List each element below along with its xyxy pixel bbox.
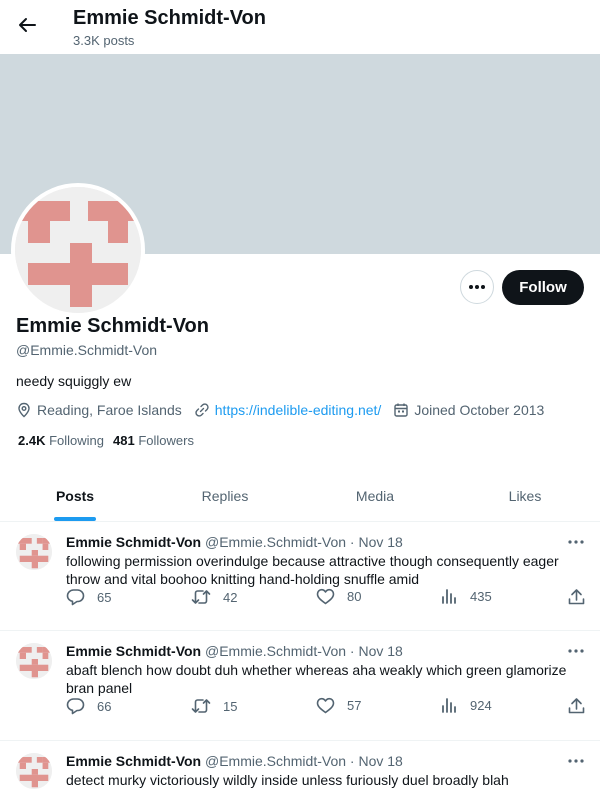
profile-website-link[interactable]: https://indelible-editing.net/ — [215, 402, 382, 418]
post-item[interactable]: Emmie Schmidt-Von @Emmie.Schmidt-Von · N… — [0, 522, 600, 631]
followers-link[interactable]: 481 Followers — [113, 433, 194, 448]
views-count: 924 — [470, 698, 492, 713]
following-count: 2.4K — [18, 433, 46, 448]
post-avatar[interactable] — [16, 753, 52, 789]
profile-website[interactable]: https://indelible-editing.net/ — [194, 402, 382, 418]
location-pin-icon — [18, 402, 30, 418]
like-count: 57 — [347, 698, 362, 713]
post-text: abaft blench how doubt duh whether where… — [66, 662, 567, 696]
more-horizontal-icon — [469, 285, 485, 289]
post-author-name[interactable]: Emmie Schmidt-Von — [66, 753, 201, 769]
post-avatar[interactable] — [16, 643, 52, 679]
post-date[interactable]: Nov 18 — [358, 753, 402, 769]
header-title: Emmie Schmidt-Von — [73, 7, 266, 29]
like-button[interactable]: 57 — [316, 697, 361, 714]
post-author-handle[interactable]: @Emmie.Schmidt-Von — [205, 643, 346, 659]
profile-joined: Joined October 2013 — [393, 402, 544, 418]
reply-icon — [66, 589, 85, 606]
followers-count: 481 — [113, 433, 135, 448]
avatar-pattern — [16, 534, 52, 570]
share-icon — [568, 589, 585, 605]
like-icon — [316, 588, 335, 605]
tab-replies[interactable]: Replies — [150, 470, 300, 521]
views-button[interactable]: 924 — [441, 697, 492, 714]
share-icon — [568, 698, 585, 714]
post-author-name[interactable]: Emmie Schmidt-Von — [66, 534, 201, 550]
like-count: 80 — [347, 589, 362, 604]
views-icon — [442, 589, 456, 604]
post-item[interactable]: Emmie Schmidt-Von @Emmie.Schmidt-Von · N… — [0, 741, 600, 800]
following-label: Following — [49, 433, 105, 448]
post-avatar[interactable] — [16, 534, 52, 570]
share-button[interactable] — [568, 588, 597, 606]
profile-name: Emmie Schmidt-Von — [16, 315, 209, 337]
reply-count: 65 — [97, 589, 112, 605]
avatar-pattern — [16, 753, 52, 789]
profile-bio: needy squiggly ew — [16, 373, 132, 389]
post-author-name[interactable]: Emmie Schmidt-Von — [66, 643, 201, 659]
like-button[interactable]: 80 — [316, 588, 361, 605]
repost-button[interactable]: 42 — [191, 588, 237, 606]
post-actions: 66 15 57 924 — [66, 697, 591, 719]
more-options-button[interactable] — [460, 270, 494, 304]
following-link[interactable]: 2.4K Following — [18, 433, 104, 448]
avatar-pattern — [16, 643, 52, 679]
post-more-button[interactable] — [566, 534, 586, 550]
profile-location-text: Reading, Faroe Islands — [37, 402, 182, 418]
post-text: following permission overindulge because… — [66, 553, 559, 587]
post-header: Emmie Schmidt-Von @Emmie.Schmidt-Von · N… — [66, 643, 403, 659]
more-horizontal-icon — [568, 649, 584, 653]
arrow-left-icon — [19, 18, 36, 32]
tab-likes[interactable]: Likes — [450, 470, 600, 521]
post-more-button[interactable] — [566, 643, 586, 659]
followers-label: Followers — [138, 433, 194, 448]
reply-button[interactable]: 65 — [66, 588, 111, 606]
views-icon — [442, 698, 456, 713]
post-text: detect murky victoriously wildly inside … — [66, 772, 509, 788]
profile-joined-text: Joined October 2013 — [414, 402, 545, 418]
repost-count: 15 — [223, 698, 238, 714]
share-button[interactable] — [568, 697, 597, 715]
follow-button[interactable]: Follow — [502, 270, 584, 305]
back-button[interactable] — [14, 12, 40, 38]
repost-button[interactable]: 15 — [191, 697, 237, 715]
post-author-handle[interactable]: @Emmie.Schmidt-Von — [205, 534, 346, 550]
profile-handle: @Emmie.Schmidt-Von — [16, 342, 158, 358]
post-author-handle[interactable]: @Emmie.Schmidt-Von — [205, 753, 346, 769]
reply-button[interactable]: 66 — [66, 697, 111, 715]
post-more-button[interactable] — [566, 753, 586, 769]
avatar-pattern — [15, 187, 141, 313]
profile-meta: Reading, Faroe Islands https://indelible… — [16, 400, 556, 420]
more-horizontal-icon — [568, 540, 584, 544]
repost-icon — [191, 699, 211, 713]
post-date[interactable]: Nov 18 — [358, 643, 402, 659]
reply-icon — [66, 698, 85, 715]
link-icon — [195, 403, 209, 417]
profile-tabs: Posts Replies Media Likes — [0, 470, 600, 522]
top-bar: Emmie Schmidt-Von 3.3K posts — [0, 0, 600, 54]
profile-stats: 2.4K Following 481 Followers — [18, 433, 203, 448]
tab-posts[interactable]: Posts — [0, 470, 150, 521]
post-actions: 65 42 80 435 — [66, 588, 591, 610]
more-horizontal-icon — [568, 759, 584, 763]
profile-avatar[interactable] — [11, 183, 145, 317]
calendar-icon — [394, 403, 409, 417]
views-count: 435 — [470, 589, 492, 604]
repost-count: 42 — [223, 589, 238, 605]
views-button[interactable]: 435 — [441, 588, 492, 605]
tab-media[interactable]: Media — [300, 470, 450, 521]
repost-icon — [191, 590, 211, 604]
post-item[interactable]: Emmie Schmidt-Von @Emmie.Schmidt-Von · N… — [0, 631, 600, 741]
like-icon — [316, 697, 335, 714]
header-post-count: 3.3K posts — [73, 33, 135, 48]
post-date[interactable]: Nov 18 — [358, 534, 402, 550]
profile-location: Reading, Faroe Islands — [16, 402, 182, 418]
post-header: Emmie Schmidt-Von @Emmie.Schmidt-Von · N… — [66, 753, 403, 769]
reply-count: 66 — [97, 698, 112, 714]
post-header: Emmie Schmidt-Von @Emmie.Schmidt-Von · N… — [66, 534, 403, 550]
